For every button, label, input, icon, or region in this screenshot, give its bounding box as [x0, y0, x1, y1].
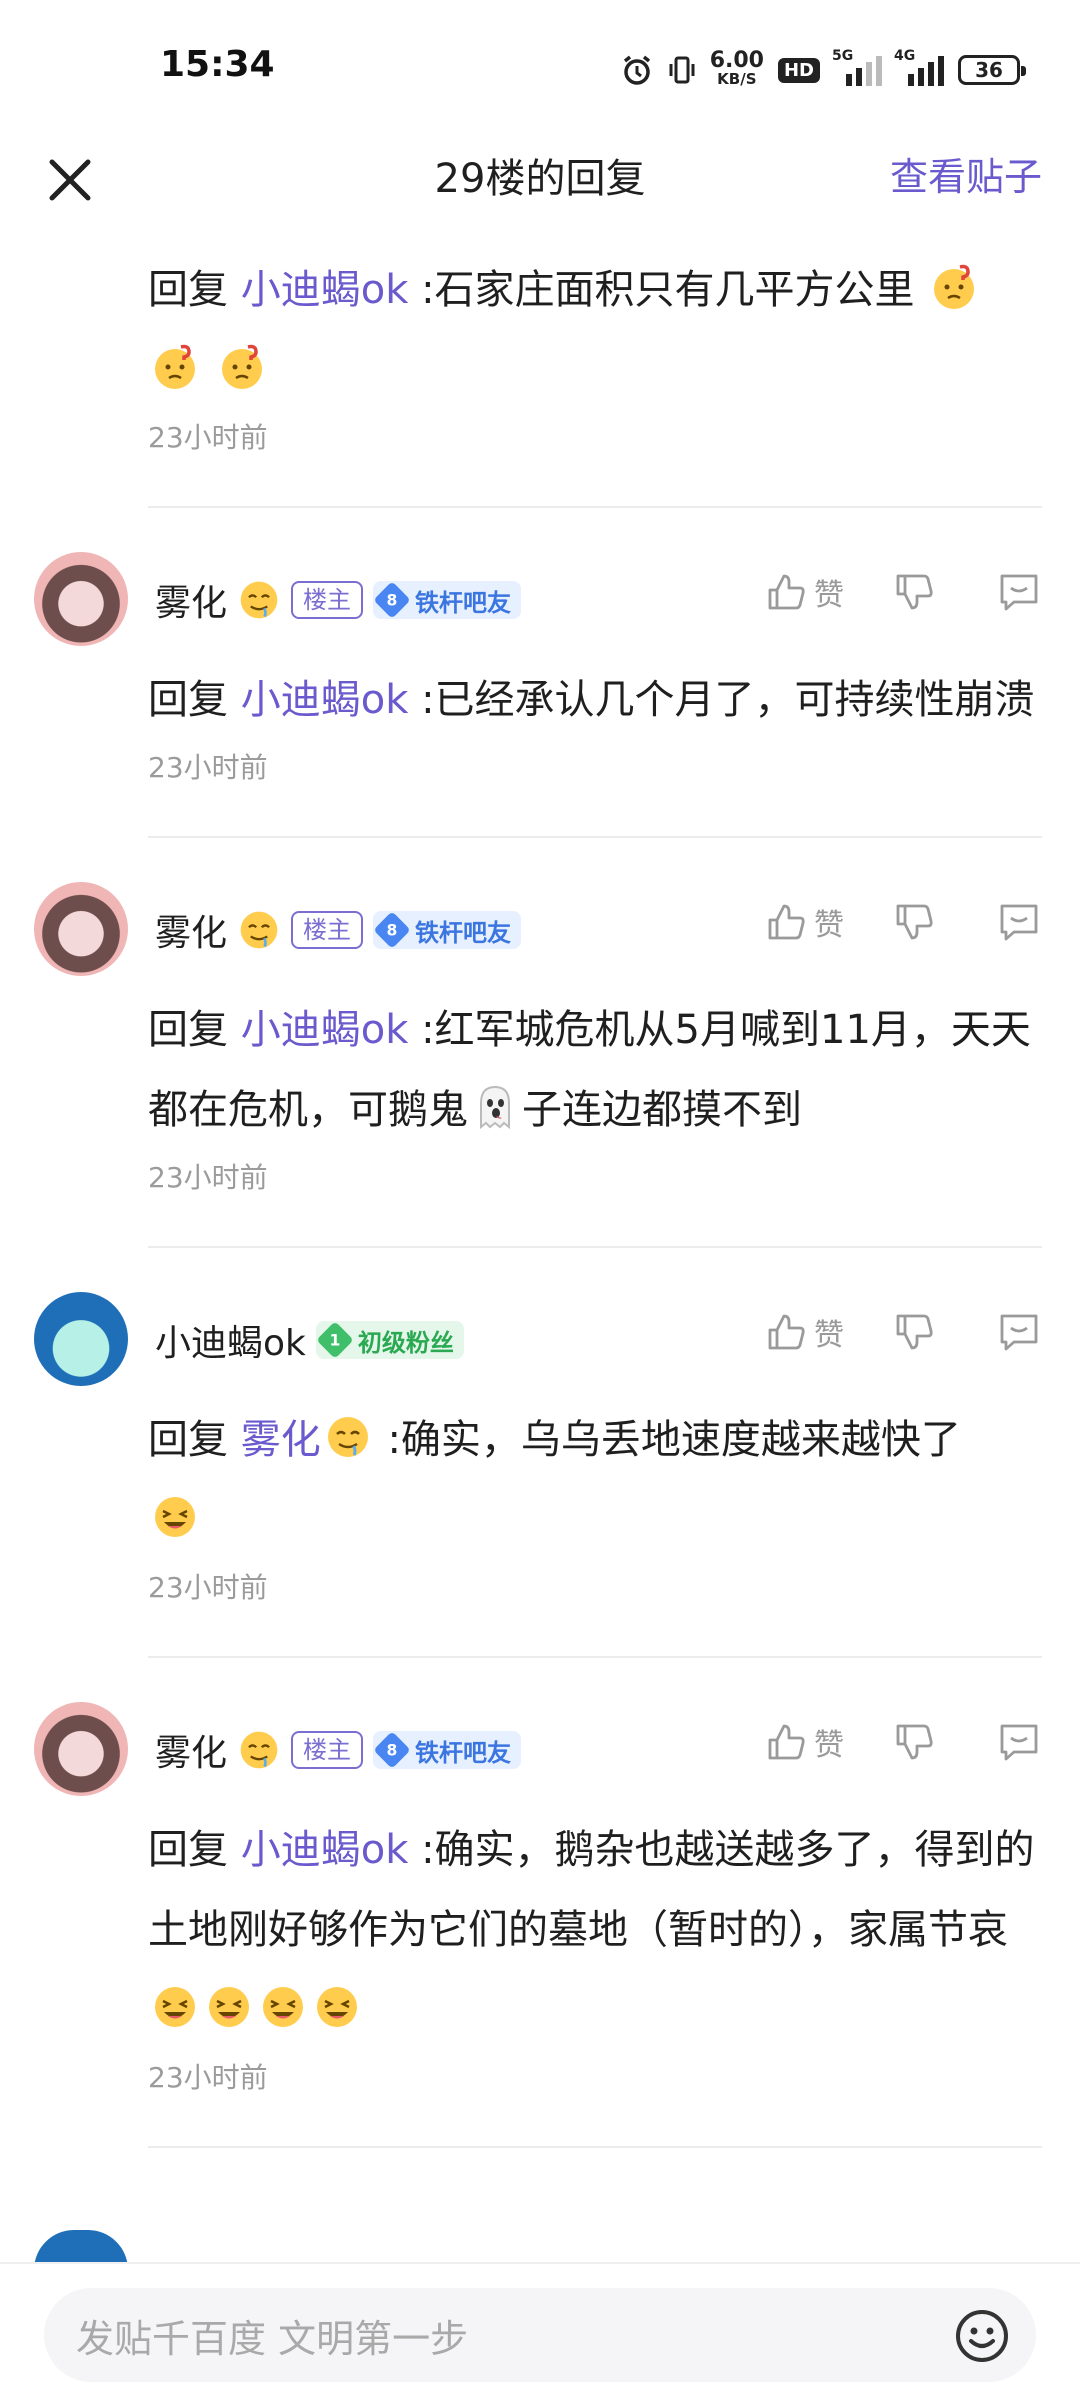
list-item: 雾化 楼主 8 铁杆吧友 赞 [0, 882, 1080, 1248]
dislike-button[interactable] [892, 1720, 936, 1764]
thinking-emoji-icon [221, 344, 262, 389]
status-time: 15:34 [160, 44, 275, 85]
level-badge: 8 铁杆吧友 [373, 1731, 522, 1769]
laughing-emoji-icon [263, 1987, 303, 2027]
list-item: 小迪蝎ok 1 初级粉丝 赞 回复 雾化:确实，乌乌丢地速度越来越快了 23小… [0, 1292, 1080, 1658]
emoji-picker-icon[interactable] [954, 2308, 1010, 2364]
thumbs-down-icon [896, 574, 933, 610]
reply-input[interactable]: 发贴千百度 文明第一步 [44, 2288, 1036, 2382]
mention-link[interactable]: 小迪蝎ok [241, 677, 409, 723]
reply-content: 回复 小迪蝎ok :红军城危机从5月喊到11月，天天都在危机，可鹅鬼 子连边都摸不… [148, 1007, 1031, 1133]
comment-icon [1000, 904, 1038, 941]
avatar[interactable] [34, 552, 128, 646]
divider [148, 506, 1042, 508]
thumbs-up-icon [768, 904, 805, 940]
reply-thread-page: 15:34 6.00 KB/S HD 5G 4G 36 29楼的回复 查看贴子 … [0, 0, 1080, 2400]
avatar[interactable] [34, 1292, 128, 1386]
thinking-emoji-icon [155, 344, 195, 389]
drool-emoji-icon [240, 581, 278, 619]
thumbs-up-icon [768, 1724, 805, 1760]
drool-emoji-icon [240, 911, 278, 949]
header: 29楼的回复 查看贴子 [0, 140, 1080, 250]
mention-link[interactable]: 雾化 [241, 1417, 375, 1463]
reply-actions: 赞 [764, 1310, 1042, 1354]
host-tag: 楼主 [291, 911, 364, 949]
hd-voice-icon: HD [777, 57, 820, 83]
reply-time: 23小时前 [148, 421, 268, 454]
username[interactable]: 小迪蝎ok [155, 1314, 306, 1366]
mention-link[interactable]: 小迪蝎ok [241, 1827, 409, 1873]
like-button[interactable]: 赞 [764, 1310, 844, 1354]
reply-actions: 赞 [764, 570, 1042, 614]
comment-button[interactable] [996, 900, 1042, 944]
laughing-emoji-icon [155, 1987, 195, 2027]
reply-actions: 赞 [764, 900, 1042, 944]
drool-emoji-icon [327, 1417, 368, 1457]
host-tag: 楼主 [291, 581, 364, 619]
username[interactable]: 雾化 [155, 904, 227, 956]
reply-content: 回复 雾化 :确实，乌乌丢地速度越来越快了 [148, 1400, 1050, 1560]
username[interactable]: 雾化 [155, 574, 227, 626]
signal-4g-icon: 4G [894, 48, 944, 86]
laughing-emoji-icon [209, 1987, 249, 2027]
signal-5g-icon: 5G [832, 48, 882, 86]
comment-icon [1000, 1314, 1038, 1351]
level-badge: 8 铁杆吧友 [373, 911, 522, 949]
thumbs-up-icon [768, 574, 805, 610]
mention-link[interactable]: 小迪蝎ok [241, 267, 409, 313]
avatar[interactable] [34, 882, 128, 976]
comment-button[interactable] [996, 570, 1042, 614]
dislike-button[interactable] [892, 570, 936, 614]
divider [148, 1246, 1042, 1248]
like-button[interactable]: 赞 [764, 570, 844, 614]
thinking-emoji-icon [934, 264, 975, 309]
like-button[interactable]: 赞 [764, 1720, 844, 1764]
vibrate-icon [668, 54, 696, 86]
reply-content: 回复 小迪蝎ok :石家庄面积只有几平方公里 [148, 250, 1050, 410]
avatar[interactable] [34, 1702, 128, 1796]
thumbs-down-icon [896, 1314, 933, 1350]
reply-actions: 赞 [764, 1720, 1042, 1764]
username[interactable]: 雾化 [155, 1724, 227, 1776]
list-item: 雾化 楼主 8 铁杆吧友 赞 [0, 1702, 1080, 2148]
comment-button[interactable] [996, 1310, 1042, 1354]
laughing-emoji-icon [155, 1497, 195, 1537]
comment-icon [1000, 1724, 1038, 1761]
reply-time: 23小时前 [148, 751, 268, 784]
drool-emoji-icon [240, 1731, 278, 1769]
divider [148, 836, 1042, 838]
view-post-link[interactable]: 查看贴子 [890, 146, 1042, 201]
reply-time: 23小时前 [148, 2061, 268, 2094]
list-item: 雾化 楼主 8 铁杆吧友 赞 [0, 552, 1080, 838]
dislike-button[interactable] [892, 1310, 936, 1354]
divider [148, 2146, 1042, 2148]
alarm-icon [620, 53, 654, 87]
reply-content: 回复 小迪蝎ok :确实，鹅杂也越送越多了，得到的土地刚好够作为它们的墓地（暂时… [148, 1810, 1050, 2050]
status-icons: 6.00 KB/S HD 5G 4G 36 [620, 48, 1026, 92]
list-item: 回复 小迪蝎ok :石家庄面积只有几平方公里 23小时前 [0, 250, 1080, 508]
thumbs-up-icon [768, 1314, 805, 1350]
level-badge: 8 铁杆吧友 [373, 581, 522, 619]
comment-icon [1000, 574, 1038, 611]
status-bar: 15:34 6.00 KB/S HD 5G 4G 36 [0, 0, 1080, 140]
thumbs-down-icon [896, 904, 933, 940]
dislike-button[interactable] [892, 900, 936, 944]
divider [148, 1656, 1042, 1658]
ghost-emoji-icon [480, 1085, 510, 1130]
reply-time: 23小时前 [148, 1161, 268, 1194]
laughing-emoji-icon [317, 1987, 357, 2027]
reply-bar: 发贴千百度 文明第一步 [0, 2262, 1080, 2400]
reply-content: 回复 小迪蝎ok :已经承认几个月了，可持续性崩溃 [148, 677, 1035, 723]
network-speed: 6.00 KB/S [709, 48, 764, 89]
like-button[interactable]: 赞 [764, 900, 844, 944]
battery-icon: 36 [958, 55, 1026, 85]
reply-input-placeholder: 发贴千百度 文明第一步 [76, 2316, 469, 2361]
comment-button[interactable] [996, 1720, 1042, 1764]
mention-link[interactable]: 小迪蝎ok [241, 1007, 409, 1053]
reply-list: 回复 小迪蝎ok :石家庄面积只有几平方公里 23小时前 雾化 楼主 8 铁杆吧… [0, 250, 1080, 2192]
level-badge: 1 初级粉丝 [315, 1321, 464, 1359]
reply-time: 23小时前 [148, 1571, 268, 1604]
thumbs-down-icon [896, 1724, 933, 1760]
host-tag: 楼主 [291, 1731, 364, 1769]
